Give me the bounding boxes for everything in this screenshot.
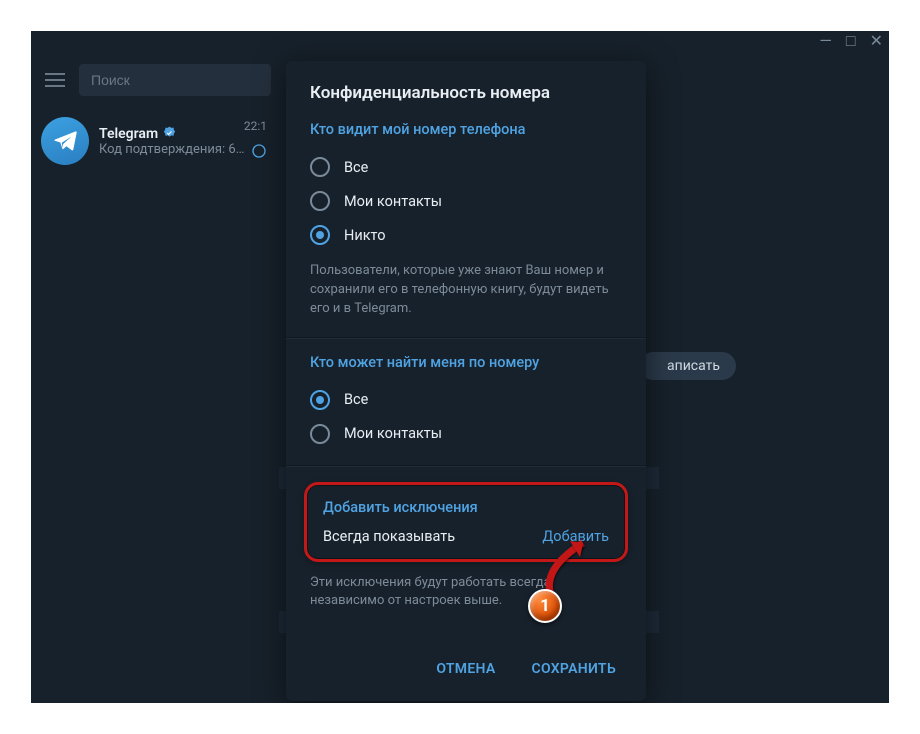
radio-icon xyxy=(310,225,330,245)
radio-label: Мои контакты xyxy=(344,425,442,442)
radio-icon xyxy=(310,390,330,410)
radio-label: Все xyxy=(344,391,368,408)
radio-icon xyxy=(310,191,330,211)
section-title-exceptions: Добавить исключения xyxy=(323,499,609,516)
divider xyxy=(286,337,646,338)
exceptions-highlight-box: Добавить исключения Всегда показывать До… xyxy=(304,482,628,562)
exception-label: Всегда показывать xyxy=(323,528,455,545)
radio-option-find-contacts[interactable]: Мои контакты xyxy=(310,417,622,451)
save-button[interactable]: СОХРАНИТЬ xyxy=(518,653,630,685)
radio-icon xyxy=(310,424,330,444)
modal-title: Конфиденциальность номера xyxy=(310,83,622,103)
radio-option-find-everyone[interactable]: Все xyxy=(310,383,622,417)
exceptions-hint: Эти исключения будут работать всегда, не… xyxy=(310,574,622,612)
radio-label: Мои контакты xyxy=(344,193,442,210)
radio-option-everyone[interactable]: Все xyxy=(310,150,622,184)
radio-option-contacts[interactable]: Мои контакты xyxy=(310,184,622,218)
annotation-badge: 1 xyxy=(528,589,562,623)
radio-label: Все xyxy=(344,159,368,176)
radio-option-nobody[interactable]: Никто xyxy=(310,218,622,252)
privacy-modal: Конфиденциальность номера Кто видит мой … xyxy=(286,61,646,701)
app-window: — □ ✕ Telegram Код подтверждения: 69… xyxy=(31,31,889,703)
section-title-who-sees: Кто видит мой номер телефона xyxy=(310,121,622,138)
modal-actions: ОТМЕНА СОХРАНИТЬ xyxy=(286,639,646,701)
radio-label: Никто xyxy=(344,227,386,244)
section-hint: Пользователи, которые уже знают Ваш номе… xyxy=(310,262,622,319)
radio-icon xyxy=(310,157,330,177)
divider xyxy=(286,465,646,466)
add-exception-link[interactable]: Добавить xyxy=(542,528,609,545)
section-title-who-finds: Кто может найти меня по номеру xyxy=(310,354,622,371)
exception-row-always-show[interactable]: Всегда показывать Добавить xyxy=(323,528,609,545)
cancel-button[interactable]: ОТМЕНА xyxy=(422,653,509,685)
modal-overlay: Конфиденциальность номера Кто видит мой … xyxy=(31,31,889,703)
